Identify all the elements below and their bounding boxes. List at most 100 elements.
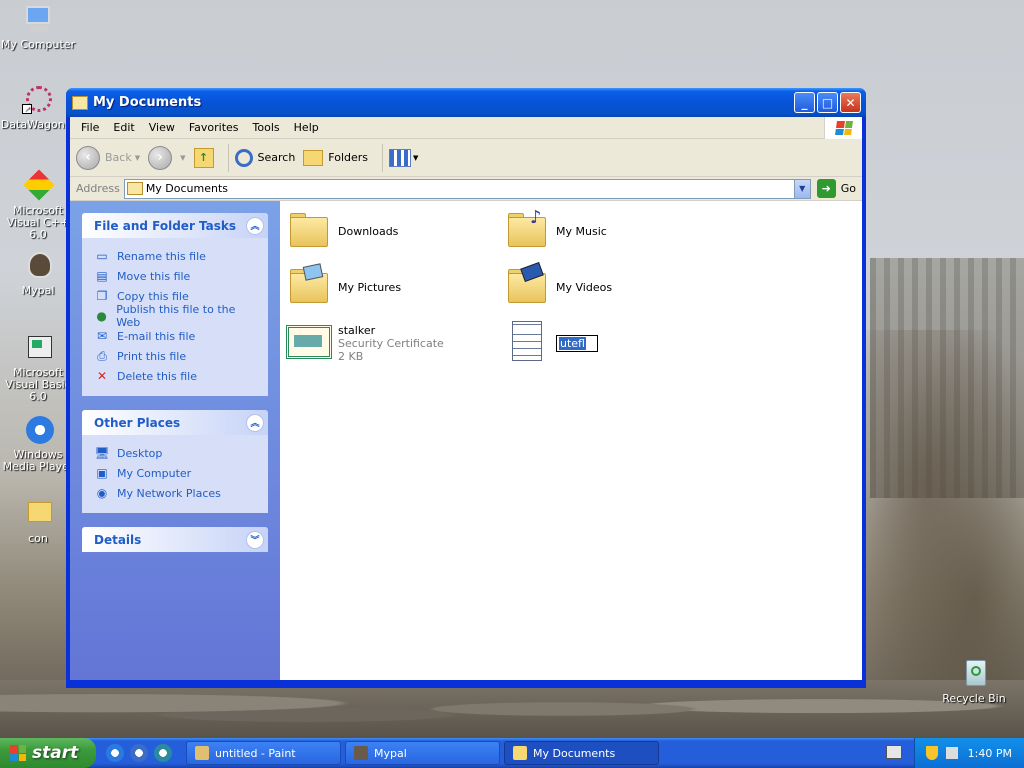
delete-file-link[interactable]: ✕ Delete this file: [94, 366, 256, 386]
menu-view[interactable]: View: [142, 121, 182, 134]
publish-web-link[interactable]: ● Publish this file to the Web: [94, 303, 256, 329]
my-network-places-link[interactable]: ◉ My Network Places: [94, 483, 256, 503]
explorer-content: File and Folder Tasks ︽ ▭ Rename this fil…: [70, 201, 862, 680]
security-shield-icon[interactable]: [925, 746, 938, 760]
desktop-icon-media-player[interactable]: Windows Media Player: [0, 414, 76, 473]
media-player-icon[interactable]: [154, 744, 172, 762]
internet-explorer-icon[interactable]: [106, 744, 124, 762]
chevron-up-icon[interactable]: ︽: [246, 216, 264, 235]
toolbar-separator: [382, 143, 384, 172]
file-item-renaming[interactable]: utefl: [504, 319, 598, 367]
folder-item-my-music[interactable]: ♪ My Music: [504, 207, 607, 255]
forward-button[interactable]: › ▼: [148, 145, 186, 170]
go-button[interactable]: ➜ Go: [816, 179, 856, 198]
menu-edit[interactable]: Edit: [106, 121, 141, 134]
globe-icon: ●: [96, 309, 107, 323]
desktop-icon-visual-cpp[interactable]: Microsoft Visual C++ 6.0: [0, 169, 76, 241]
folder-icon: [286, 207, 334, 255]
print-file-link[interactable]: ⎙ Print this file: [94, 346, 256, 366]
volume-icon[interactable]: [945, 747, 958, 759]
back-button[interactable]: ‹ Back ▼: [76, 145, 140, 170]
windows-logo-icon: [10, 745, 26, 761]
up-folder-icon: ↑: [193, 147, 214, 168]
forward-arrow-icon: ›: [148, 145, 173, 170]
folder-item-my-videos[interactable]: My Videos: [504, 262, 613, 311]
other-places-header[interactable]: Other Places ︽: [82, 410, 268, 435]
address-input[interactable]: My Documents ▼: [123, 178, 811, 199]
rename-icon: ▭: [96, 249, 108, 263]
rename-file-link[interactable]: ▭ Rename this file: [94, 246, 256, 266]
keyboard-layout-icon[interactable]: [886, 745, 902, 759]
file-folder-tasks-header[interactable]: File and Folder Tasks ︽: [82, 213, 268, 238]
chevron-up-icon[interactable]: ︽: [246, 413, 264, 432]
rename-text: utefl: [559, 336, 586, 350]
desktop-icon-mypal[interactable]: Mypal: [0, 250, 76, 297]
address-label: Address: [76, 182, 120, 195]
desktop-icon-label: Windows Media Player: [2, 448, 74, 473]
desktop-icon-con-folder[interactable]: con: [0, 498, 76, 545]
panel-title: Other Places: [94, 415, 181, 430]
menu-favorites[interactable]: Favorites: [182, 121, 246, 134]
task-button-paint[interactable]: untitled - Paint: [186, 741, 341, 765]
desktop-icon-visual-basic[interactable]: Microsoft Visual Basic 6.0: [0, 332, 76, 403]
minimize-button[interactable]: _: [794, 92, 815, 113]
quick-launch: [106, 744, 172, 762]
close-button[interactable]: ✕: [840, 92, 861, 113]
rename-input[interactable]: utefl: [556, 334, 598, 352]
link-label: Desktop: [117, 446, 163, 460]
task-button-my-documents[interactable]: My Documents: [504, 741, 659, 765]
maximize-button[interactable]: □: [817, 92, 838, 113]
task-button-mypal[interactable]: Mypal: [345, 741, 500, 765]
chevron-down-icon[interactable]: ▼: [135, 154, 140, 162]
desktop-icon-recycle-bin[interactable]: Recycle Bin: [936, 658, 1012, 705]
wallpaper-rocks: [0, 680, 1024, 738]
chevron-down-icon[interactable]: ▼: [793, 179, 810, 198]
search-button[interactable]: Search: [234, 148, 295, 167]
move-file-link[interactable]: ▤ Move this file: [94, 266, 256, 286]
item-type: Security Certificate: [338, 336, 444, 350]
show-desktop-icon[interactable]: [130, 744, 148, 762]
desktop-link[interactable]: 🖥 Desktop: [94, 443, 256, 463]
copy-icon: ❐: [96, 289, 108, 303]
panel-title: File and Folder Tasks: [94, 218, 237, 233]
details-header[interactable]: Details ︾: [82, 527, 268, 552]
item-size: 2 KB: [338, 349, 364, 363]
folder-item-downloads[interactable]: Downloads: [286, 207, 398, 255]
menu-help[interactable]: Help: [287, 121, 326, 134]
computer-icon: [22, 4, 54, 36]
chevron-down-icon[interactable]: ▼: [180, 154, 185, 162]
clock[interactable]: 1:40 PM: [968, 747, 1012, 760]
email-file-link[interactable]: ✉ E-mail this file: [94, 326, 256, 346]
desktop-icon-my-computer[interactable]: My Computer: [0, 4, 76, 51]
chevron-down-icon[interactable]: ︾: [246, 530, 264, 549]
file-item-stalker[interactable]: stalker Security Certificate 2 KB: [286, 319, 444, 367]
text-document-icon: [504, 319, 552, 367]
menu-file[interactable]: File: [74, 121, 106, 134]
up-folder-button[interactable]: ↑: [193, 147, 214, 168]
desktop-icon-label: con: [28, 532, 48, 545]
folder-item-my-pictures[interactable]: My Pictures: [286, 263, 401, 311]
title-bar[interactable]: My Documents _ □ ✕: [66, 88, 866, 117]
start-button[interactable]: start: [0, 738, 96, 768]
link-label: Rename this file: [117, 249, 206, 263]
task-label: untitled - Paint: [215, 746, 296, 760]
move-icon: ▤: [96, 269, 108, 283]
address-bar: Address My Documents ▼ ➜ Go: [70, 177, 862, 201]
desktop-icon-datawagon[interactable]: ↗ DataWagon...: [0, 84, 76, 131]
item-name: My Music: [556, 224, 607, 238]
menu-tools[interactable]: Tools: [246, 121, 287, 134]
go-arrow-icon: ➜: [816, 179, 836, 198]
my-computer-link[interactable]: ▣ My Computer: [94, 463, 256, 483]
desktop-icon: 🖥: [94, 446, 110, 460]
folders-button[interactable]: Folders: [303, 149, 368, 166]
folder-icon: [72, 95, 88, 110]
address-value: My Documents: [145, 182, 229, 195]
chevron-down-icon: ▼: [413, 153, 419, 162]
music-folder-icon: ♪: [504, 207, 552, 255]
item-name: Downloads: [338, 224, 399, 238]
link-label: Print this file: [117, 349, 187, 363]
views-button[interactable]: ▼: [389, 148, 419, 167]
item-name: My Videos: [556, 280, 613, 294]
desktop-icon-label: DataWagon...: [0, 118, 76, 131]
link-label: E-mail this file: [117, 329, 196, 343]
